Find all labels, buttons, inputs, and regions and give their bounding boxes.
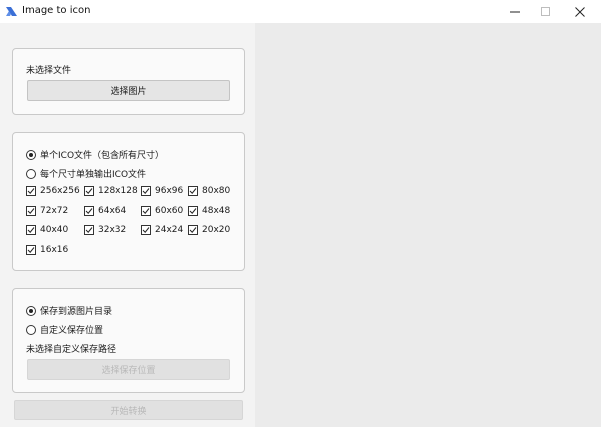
checkbox-label: 96x96 — [155, 186, 184, 196]
radio-single-ico[interactable]: 单个ICO文件（包含所有尺寸） — [26, 148, 164, 161]
size-checkbox-256[interactable]: 256x256 — [26, 186, 80, 196]
checkbox-indicator — [84, 186, 94, 196]
checkbox-label: 80x80 — [202, 186, 231, 196]
radio-label: 保存到源图片目录 — [40, 307, 113, 317]
checkbox-label: 16x16 — [40, 245, 69, 255]
checkbox-label: 20x20 — [202, 225, 231, 235]
start-convert-button[interactable]: 开始转换 — [14, 400, 243, 420]
checkbox-indicator — [188, 206, 198, 216]
checkbox-label: 32x32 — [98, 225, 127, 235]
size-checkbox-64[interactable]: 64x64 — [84, 206, 126, 216]
checkbox-indicator — [141, 186, 151, 196]
checkbox-indicator — [26, 245, 36, 255]
check-icon — [27, 208, 35, 214]
checkbox-indicator — [188, 186, 198, 196]
checkbox-indicator — [84, 206, 94, 216]
size-checkbox-72[interactable]: 72x72 — [26, 206, 68, 216]
radio-save-custom[interactable]: 自定义保存位置 — [26, 323, 103, 336]
check-icon — [142, 188, 150, 194]
size-checkbox-60[interactable]: 60x60 — [141, 206, 183, 216]
maximize-icon — [541, 6, 550, 16]
window-title: Image to icon — [22, 5, 91, 16]
check-icon — [189, 227, 197, 233]
checkbox-indicator — [141, 225, 151, 235]
select-image-button[interactable]: 选择图片 — [27, 80, 230, 101]
checkbox-label: 256x256 — [40, 186, 80, 196]
checkbox-label: 64x64 — [98, 206, 127, 216]
title-bar: Image to icon — [0, 0, 601, 23]
save-location-section: 保存到源图片目录 自定义保存位置 未选择自定义保存路径 选择保存位置 — [12, 288, 245, 393]
check-icon — [142, 208, 150, 214]
file-status: 未选择文件 — [26, 66, 72, 76]
size-checkbox-24[interactable]: 24x24 — [141, 225, 183, 235]
app-icon — [6, 7, 17, 16]
size-checkbox-20[interactable]: 20x20 — [188, 225, 230, 235]
check-icon — [27, 247, 35, 253]
checkbox-indicator — [84, 225, 94, 235]
check-icon — [27, 188, 35, 194]
check-icon — [27, 227, 35, 233]
radio-label: 单个ICO文件（包含所有尺寸） — [40, 151, 165, 161]
radio-label: 每个尺寸单独输出ICO文件 — [40, 170, 147, 180]
check-icon — [85, 188, 93, 194]
checkbox-indicator — [26, 186, 36, 196]
preview-area — [255, 23, 601, 427]
maximize-button[interactable] — [531, 0, 561, 23]
radio-separate-ico[interactable]: 每个尺寸单独输出ICO文件 — [26, 167, 146, 180]
radio-label: 自定义保存位置 — [40, 326, 104, 336]
size-checkbox-96[interactable]: 96x96 — [141, 186, 183, 196]
check-icon — [189, 188, 197, 194]
size-checkbox-32[interactable]: 32x32 — [84, 225, 126, 235]
save-path-status: 未选择自定义保存路径 — [26, 345, 117, 355]
checkbox-indicator — [26, 206, 36, 216]
file-section: 未选择文件 选择图片 — [12, 48, 245, 115]
checkbox-label: 48x48 — [202, 206, 231, 216]
check-icon — [142, 227, 150, 233]
checkbox-label: 40x40 — [40, 225, 69, 235]
output-mode-section: 单个ICO文件（包含所有尺寸） 每个尺寸单独输出ICO文件 256x256 12… — [12, 132, 245, 271]
size-checkbox-48[interactable]: 48x48 — [188, 206, 230, 216]
check-icon — [85, 227, 93, 233]
minimize-icon — [510, 11, 520, 12]
size-checkbox-40[interactable]: 40x40 — [26, 225, 68, 235]
checkbox-label: 128x128 — [98, 186, 138, 196]
minimize-button[interactable] — [500, 0, 530, 23]
select-save-location-button[interactable]: 选择保存位置 — [27, 359, 230, 380]
radio-indicator — [26, 168, 36, 179]
checkbox-indicator — [26, 225, 36, 235]
checkbox-indicator — [188, 225, 198, 235]
close-icon — [575, 6, 585, 17]
size-checkbox-80[interactable]: 80x80 — [188, 186, 230, 196]
size-checkbox-16[interactable]: 16x16 — [26, 245, 68, 255]
checkbox-label: 24x24 — [155, 225, 184, 235]
close-button[interactable] — [565, 0, 595, 23]
checkbox-label: 60x60 — [155, 206, 184, 216]
radio-indicator — [26, 149, 36, 160]
radio-save-source-dir[interactable]: 保存到源图片目录 — [26, 304, 112, 317]
radio-indicator — [26, 324, 36, 335]
size-checkbox-128[interactable]: 128x128 — [84, 186, 138, 196]
checkbox-indicator — [141, 206, 151, 216]
check-icon — [189, 208, 197, 214]
check-icon — [85, 208, 93, 214]
radio-indicator — [26, 305, 36, 316]
checkbox-label: 72x72 — [40, 206, 69, 216]
